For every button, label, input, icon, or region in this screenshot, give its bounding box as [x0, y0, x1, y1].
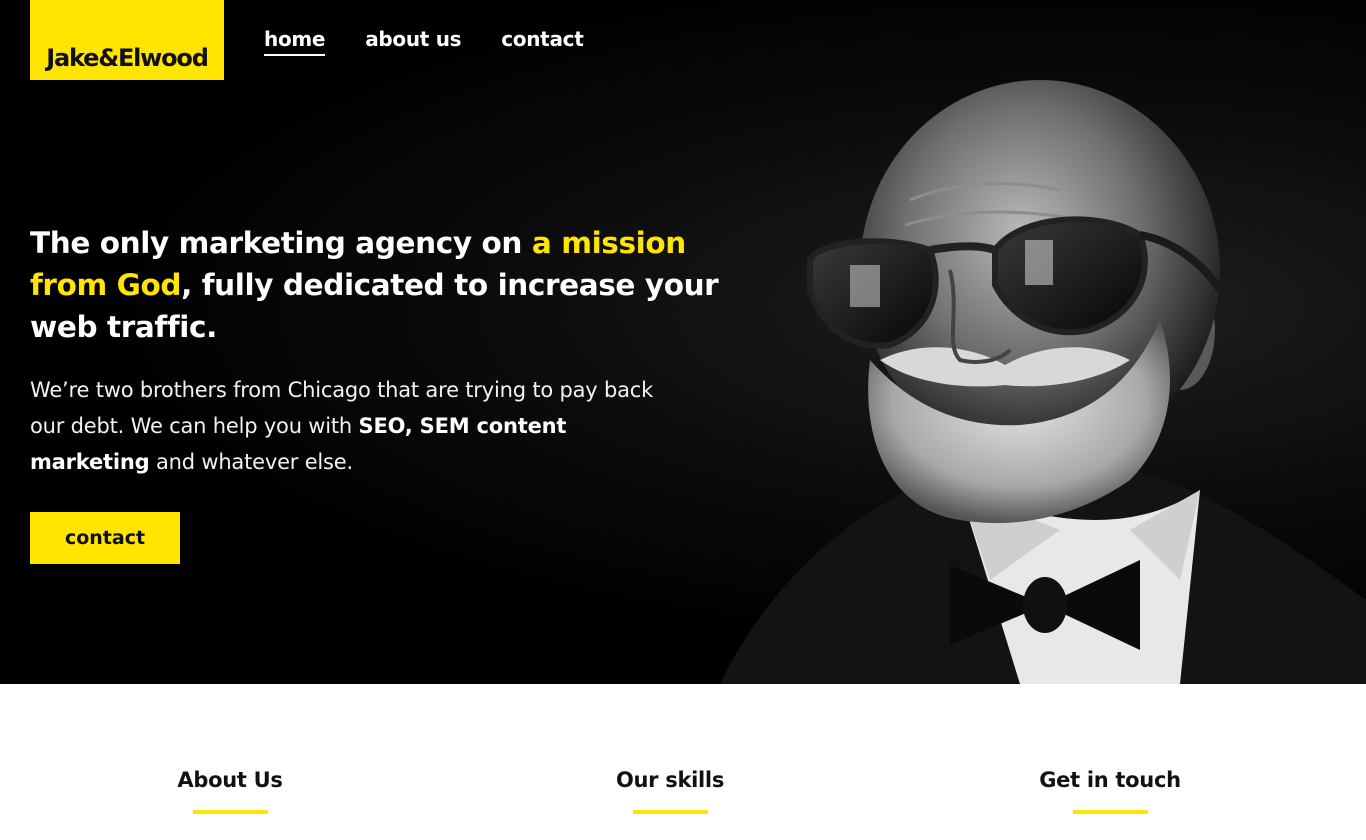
feature-title-our-skills: Our skills [615, 768, 725, 792]
title-underline [632, 810, 708, 814]
contact-button[interactable]: contact [30, 512, 180, 564]
hero-lead: We’re two brothers from Chicago that are… [30, 372, 690, 480]
hero-headline: The only marketing agency on a mission f… [30, 222, 730, 348]
feature-our-skills: Our skills [510, 768, 830, 814]
headline-part1: The only marketing agency on [30, 226, 532, 260]
nav-link-about-us[interactable]: about us [365, 27, 461, 56]
nav-link-home[interactable]: home [264, 27, 325, 56]
title-underline [192, 810, 268, 814]
hero-portrait-image [720, 80, 1366, 684]
title-underline [1072, 810, 1148, 814]
features-section: About Us Our skills Get in touch [0, 684, 1366, 840]
lead-part2: and whatever else. [149, 450, 353, 474]
main-nav: home about us contact [264, 27, 584, 56]
feature-title-about-us: About Us [177, 768, 283, 792]
feature-get-in-touch: Get in touch [950, 768, 1270, 814]
logo-text: Jake&Elwood [46, 44, 209, 72]
feature-title-get-in-touch: Get in touch [1039, 768, 1181, 792]
nav-link-contact[interactable]: contact [501, 27, 584, 56]
logo[interactable]: Jake&Elwood [30, 0, 224, 80]
feature-about-us: About Us [70, 768, 390, 814]
hero-section: Jake&Elwood home about us contact The on… [0, 0, 1366, 684]
